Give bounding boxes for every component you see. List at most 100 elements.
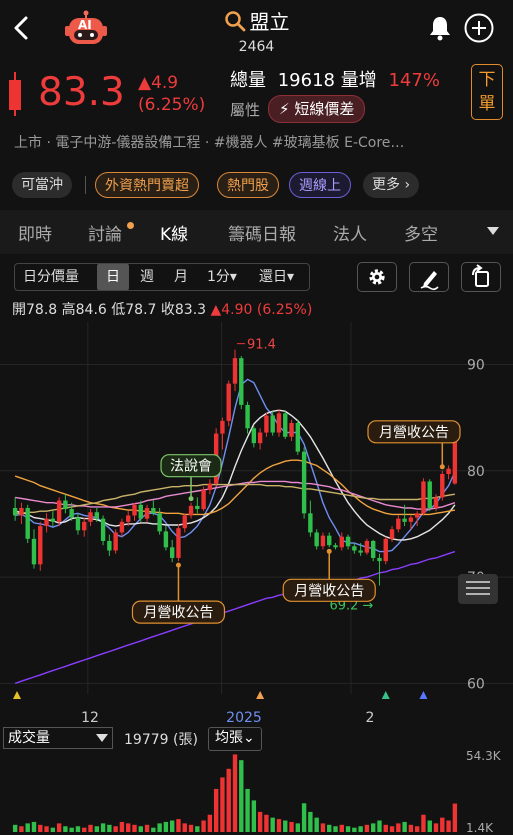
volume-bar (239, 760, 244, 832)
volume-bar (50, 827, 56, 832)
volume-bar (94, 826, 100, 832)
candle-body (270, 415, 275, 433)
volume-mode-dropdown[interactable]: 均張⌄ (208, 727, 262, 751)
period-week[interactable]: 週 (140, 264, 154, 290)
high-value: 84.6 (75, 302, 107, 318)
volume-value: 19618 (277, 70, 335, 91)
draw-tool-button[interactable] (409, 262, 449, 292)
low-value: 78.7 (125, 302, 157, 318)
tab-long-short[interactable]: 多空 (404, 220, 438, 245)
candle-body (396, 518, 401, 530)
period-minute-dropdown[interactable]: 1分▾ (207, 264, 237, 290)
volume-bar (251, 800, 257, 832)
volume-bar (232, 754, 238, 832)
volume-bar (295, 823, 301, 832)
candle-body (201, 489, 206, 510)
alert-button[interactable] (426, 14, 454, 42)
stock-name: 盟立 (249, 10, 290, 34)
candle-body (113, 532, 118, 551)
pen-icon (420, 271, 439, 291)
candle-body (427, 481, 432, 508)
candle-body (163, 531, 169, 548)
adjust-dropdown[interactable]: 還日▾ (259, 264, 294, 290)
volume-bar (12, 824, 18, 832)
chart-settings-button[interactable] (357, 262, 397, 292)
candle-body (126, 515, 131, 522)
period-month[interactable]: 月 (174, 264, 188, 290)
kline-chart[interactable]: 91.469.2 →法說會月營收公告月營收公告月營收公告 90807060122… (0, 322, 513, 834)
chip-hot-stock[interactable]: 熱門股 (217, 172, 279, 198)
volume-bar (182, 823, 187, 832)
rotate-screen-button[interactable] (461, 262, 501, 292)
volume-bar (320, 823, 326, 832)
low-label: 低 (111, 302, 126, 318)
x-tick-label: 12 (81, 710, 99, 726)
volume-current: 19779 (張) (124, 732, 198, 748)
tab-kline[interactable]: K線 (160, 220, 188, 245)
tab-institutional[interactable]: 法人 (333, 220, 367, 245)
stock-search[interactable]: 盟立 (224, 6, 290, 35)
chevron-down-icon: ⌄ (243, 730, 255, 746)
volume-bar (283, 820, 288, 832)
tab-more-caret-icon[interactable] (487, 227, 499, 235)
order-button[interactable]: 下單 (471, 64, 503, 120)
candle-body (151, 508, 156, 514)
candle-body (283, 413, 288, 437)
annotation-dot (188, 496, 194, 502)
volume-unit: 量增 (340, 70, 377, 91)
tab-discussion[interactable]: 討論 (88, 220, 122, 245)
caret-down-icon (96, 734, 108, 742)
candle-body (82, 521, 87, 531)
candle-body (207, 483, 213, 490)
volume-bar (169, 820, 175, 832)
candle-body (19, 508, 24, 516)
ai-label: AI (78, 18, 92, 32)
volume-bar (119, 821, 125, 832)
candle-body (119, 521, 125, 533)
chip-more[interactable]: 更多 › (363, 172, 420, 198)
candle-body (320, 535, 326, 547)
bell-icon (430, 17, 450, 41)
candle-body (446, 468, 451, 474)
volume-label: 總量 (230, 70, 266, 91)
search-icon (224, 10, 245, 31)
candle-body (440, 473, 445, 498)
volume-bar (270, 817, 275, 832)
volume-bar (107, 824, 112, 832)
candle-body (69, 509, 74, 518)
chip-foreign-sell[interactable]: 外資熱門賣超 (95, 172, 199, 198)
candle-body (88, 512, 93, 522)
volume-bar (364, 824, 370, 832)
volume-bar (383, 824, 388, 832)
tab-realtime[interactable]: 即時 (18, 220, 52, 245)
candle-body (408, 517, 414, 522)
candle-body (44, 518, 49, 527)
add-watchlist-button[interactable] (463, 12, 495, 44)
chip-weekly-above[interactable]: 週線上 (289, 172, 351, 198)
tab-chip-daily[interactable]: 籌碼日報 (228, 220, 296, 245)
candle-body (276, 413, 282, 433)
volume-bar (138, 826, 143, 832)
crosshair-toggle-icon (458, 574, 498, 604)
period-intraday[interactable]: 日分價量 (23, 264, 79, 290)
close-label: 收 (160, 302, 175, 318)
volume-bar (414, 826, 420, 832)
candle-body (257, 432, 263, 444)
volume-bar (276, 819, 282, 832)
candle-body (100, 518, 106, 541)
period-day[interactable]: 日 (97, 264, 129, 290)
candle-body (132, 504, 137, 516)
high-marker-label: 91.4 (247, 338, 276, 353)
volume-bar (370, 823, 376, 832)
volume-bar (19, 826, 24, 832)
volume-bar (289, 821, 294, 832)
volume-bar (75, 826, 81, 832)
candle-body (345, 536, 351, 547)
industry-tags[interactable]: 上市 · 電子中游-儀器設備工程 · #機器人 #玻璃基板 E-Core… (14, 132, 404, 152)
candle-body (333, 545, 338, 548)
volume-bar (126, 823, 131, 832)
volume-mode-text: 均張 (215, 730, 243, 746)
attribute-label: 屬性 (230, 101, 261, 119)
chip-day-trade[interactable]: 可當沖 (12, 172, 72, 198)
attribute-badge[interactable]: ⚡ 短線價差 (268, 95, 366, 123)
